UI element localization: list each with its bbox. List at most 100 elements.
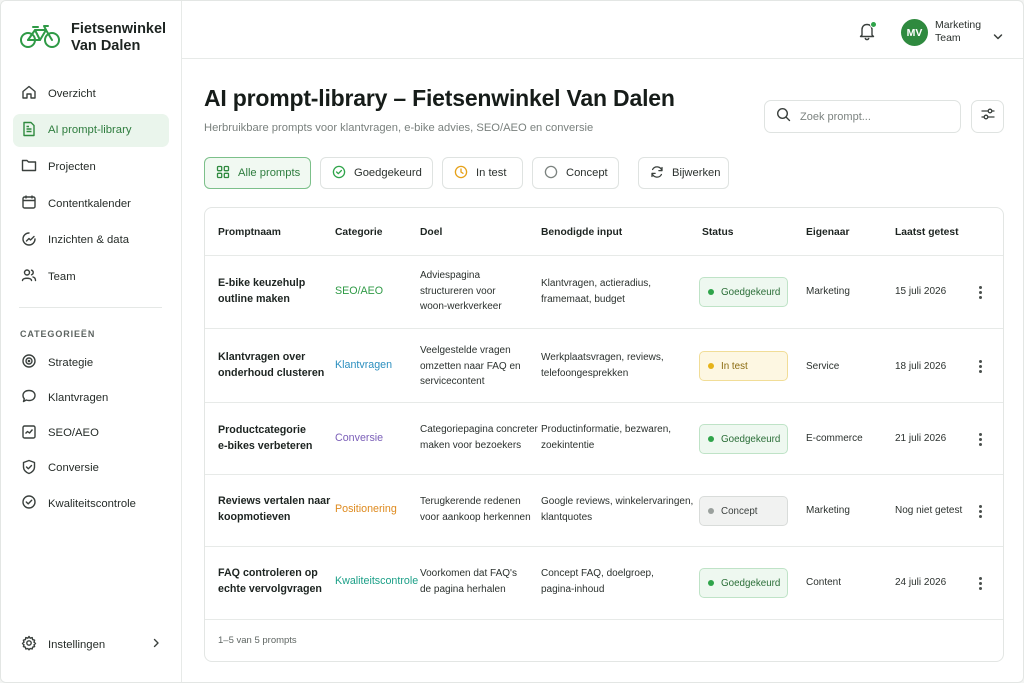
- chevron-down-icon[interactable]: [993, 28, 1003, 46]
- sidebar-item-label: SEO/AEO: [48, 427, 99, 440]
- input-line: Klantvragen, actieradius,: [541, 278, 652, 289]
- seo-icon: [21, 424, 37, 443]
- sidebar-item-seo-aeo[interactable]: SEO/AEO: [13, 417, 169, 450]
- sidebar-item-ai-prompt-library[interactable]: AI prompt-library: [13, 113, 169, 147]
- column-header-doel[interactable]: Doel: [420, 227, 442, 238]
- goal-line: woon-werkverkeer: [420, 301, 502, 312]
- table-row[interactable]: FAQ controleren op echte vervolgvragen K…: [205, 547, 1003, 620]
- input-text: Concept FAQ, doelgroep, pagina-inhoud: [541, 566, 654, 597]
- category-label[interactable]: Conversie: [335, 431, 383, 447]
- category-label[interactable]: Positionering: [335, 502, 397, 518]
- prompts-table: Promptnaam Categorie Doel Benodigde inpu…: [204, 207, 1004, 662]
- sidebar-item-label: Overzicht: [48, 87, 96, 100]
- column-header-eigenaar[interactable]: Eigenaar: [806, 227, 850, 238]
- user-menu-label[interactable]: Marketing Team: [935, 19, 995, 45]
- status-label: Goedgekeurd: [721, 577, 781, 589]
- sidebar-item-team[interactable]: Team: [13, 260, 169, 293]
- table-row[interactable]: Productcategorie e-bikes verbeteren Conv…: [205, 403, 1003, 475]
- sidebar-item-strategie[interactable]: Strategie: [13, 346, 169, 379]
- settings-link[interactable]: Instellingen: [13, 628, 169, 665]
- table-row[interactable]: E-bike keuzehulp outline maken SEO/AEO A…: [205, 256, 1003, 329]
- filter-settings-button[interactable]: [971, 100, 1004, 133]
- owner-label: Marketing: [806, 505, 850, 516]
- shield-check-icon: [21, 459, 37, 478]
- column-header-status[interactable]: Status: [702, 227, 733, 238]
- row-menu-icon[interactable]: [978, 286, 982, 299]
- page-subtitle: Herbruikbare prompts voor klantvragen, e…: [204, 122, 594, 134]
- row-menu-icon[interactable]: [978, 577, 982, 590]
- input-line: Productinformatie, bezwaren,: [541, 424, 672, 435]
- column-header-benodigde-input[interactable]: Benodigde input: [541, 227, 622, 238]
- status-dot: [708, 508, 714, 514]
- status-dot: [708, 363, 714, 369]
- filter-chip-concept[interactable]: Concept: [532, 157, 619, 189]
- prompt-name[interactable]: FAQ controleren op echte vervolgvragen: [218, 565, 322, 597]
- column-header-categorie[interactable]: Categorie: [335, 227, 383, 238]
- avatar[interactable]: MV: [901, 19, 928, 46]
- filter-chip-alle-prompts[interactable]: Alle prompts: [204, 157, 311, 189]
- row-menu-icon[interactable]: [978, 433, 982, 446]
- search-input[interactable]: [800, 110, 950, 123]
- sidebar-item-instellingen[interactable]: Instellingen: [13, 628, 169, 661]
- brand-name-line2: Van Dalen: [71, 38, 141, 54]
- sidebar-divider: [19, 307, 162, 308]
- status-dot: [708, 289, 714, 295]
- goal-line: Veelgestelde vragen: [420, 345, 511, 356]
- filter-chip-label: Concept: [566, 167, 608, 179]
- bicycle-logo-icon: [19, 23, 61, 54]
- search-icon: [776, 107, 791, 127]
- brand[interactable]: Fietsenwinkel Van Dalen: [19, 21, 166, 55]
- sidebar-item-label: Projecten: [48, 160, 96, 173]
- status-badge: Goedgekeurd: [699, 568, 788, 598]
- filter-chip-in-test[interactable]: In test: [442, 157, 523, 189]
- brand-name-line1: Fietsenwinkel: [71, 21, 167, 37]
- goal-text: Voorkomen dat FAQ's de pagina herhalen: [420, 566, 517, 597]
- category-label[interactable]: Kwaliteitscontrole: [335, 574, 418, 590]
- goal-line: Voorkomen dat FAQ's: [420, 568, 517, 579]
- notification-dot: [870, 21, 877, 28]
- input-line: Google reviews, winkelervaringen,: [541, 496, 694, 507]
- app-window: Fietsenwinkel Van Dalen Overzicht AI pro…: [0, 0, 1024, 683]
- notifications-button[interactable]: [858, 21, 877, 46]
- prompt-name[interactable]: Klantvragen over onderhoud clusteren: [218, 349, 324, 381]
- sidebar-item-contentkalender[interactable]: Contentkalender: [13, 187, 169, 220]
- sidebar-item-conversie[interactable]: Conversie: [13, 452, 169, 485]
- sidebar-item-label: Conversie: [48, 462, 99, 475]
- sidebar-item-overzicht[interactable]: Overzicht: [13, 77, 169, 110]
- sidebar-item-label: Klantvragen: [48, 391, 109, 404]
- search-box[interactable]: [764, 100, 961, 133]
- status-badge: In test: [699, 351, 788, 381]
- sidebar-item-inzichten[interactable]: Inzichten & data: [13, 224, 169, 257]
- row-menu-icon[interactable]: [978, 360, 982, 373]
- refresh-button[interactable]: Bijwerken: [638, 157, 729, 189]
- input-line: pagina-inhoud: [541, 583, 605, 595]
- status-label: Goedgekeurd: [721, 433, 781, 445]
- sidebar-item-kwaliteitscontrole[interactable]: Kwaliteitscontrole: [13, 487, 169, 520]
- sidebar-item-projecten[interactable]: Projecten: [13, 150, 169, 183]
- table-row[interactable]: Reviews vertalen naar koopmotieven Posit…: [205, 475, 1003, 547]
- input-text: Werkplaatsvragen, reviews, telefoongespr…: [541, 350, 664, 381]
- column-header-laatst-getest[interactable]: Laatst getest: [895, 227, 959, 238]
- goal-line: de pagina herhalen: [420, 583, 506, 595]
- category-label[interactable]: Klantvragen: [335, 358, 392, 374]
- filter-chip-goedgekeurd[interactable]: Goedgekeurd: [320, 157, 433, 189]
- calendar-icon: [21, 194, 37, 213]
- prompt-name-line: Reviews vertalen naar: [218, 495, 331, 507]
- filter-chip-label: Bijwerken: [672, 167, 721, 179]
- sidebar-item-label: Kwaliteitscontrole: [48, 497, 136, 510]
- row-menu-icon[interactable]: [978, 505, 982, 518]
- prompt-name[interactable]: Reviews vertalen naar koopmotieven: [218, 493, 330, 525]
- sidebar-item-klantvragen[interactable]: Klantvragen: [13, 381, 169, 414]
- status-badge: Concept: [699, 496, 788, 526]
- status-label: Goedgekeurd: [721, 286, 781, 298]
- column-header-promptnaam[interactable]: Promptnaam: [218, 227, 281, 238]
- prompt-name-line: FAQ controleren op: [218, 567, 318, 579]
- category-label[interactable]: SEO/AEO: [335, 284, 383, 300]
- table-row[interactable]: Klantvragen over onderhoud clusteren Kla…: [205, 329, 1003, 403]
- goal-text: Veelgestelde vragen omzetten naar FAQ en…: [420, 343, 521, 390]
- prompt-name[interactable]: E-bike keuzehulp outline maken: [218, 275, 305, 307]
- sidebar-item-label: Team: [48, 270, 76, 283]
- prompt-name[interactable]: Productcategorie e-bikes verbeteren: [218, 422, 312, 454]
- last-tested-label: 18 juli 2026: [895, 361, 947, 372]
- document-icon: [21, 121, 37, 140]
